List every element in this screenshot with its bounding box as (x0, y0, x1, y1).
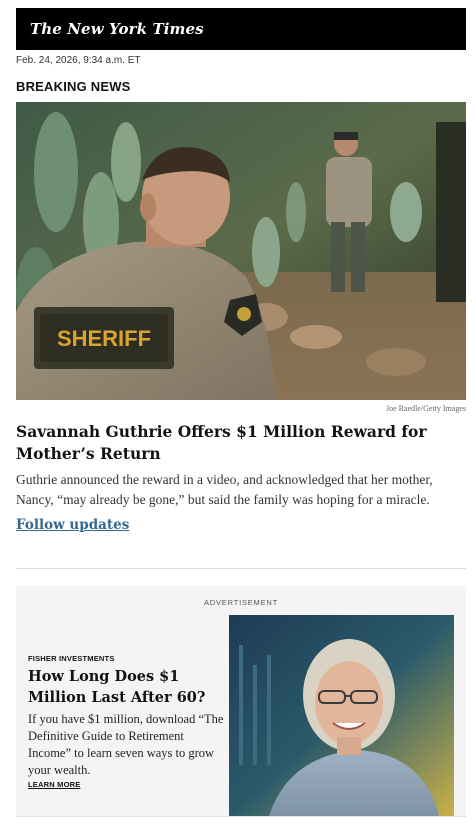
ad-body: If you have $1 million, download “The De… (28, 712, 224, 777)
photo-credit: Joe Raedle/Getty Images (386, 404, 466, 413)
nyt-logo[interactable]: The New York Times (30, 20, 204, 38)
advertisement[interactable]: ADVERTISEMENT FISHER INVESTMENTS How Lon… (16, 586, 466, 816)
hero-image[interactable]: SHERIFF (16, 102, 466, 400)
hero-photo-illustration: SHERIFF (16, 102, 466, 400)
ad-brand: FISHER INVESTMENTS (28, 654, 115, 663)
article-headline[interactable]: Savannah Guthrie Offers $1 Million Rewar… (16, 421, 466, 465)
follow-updates-link[interactable]: Follow updates (16, 517, 129, 533)
ad-image[interactable] (229, 615, 454, 816)
section-label: BREAKING NEWS (16, 79, 131, 94)
sheriff-badge-text: SHERIFF (57, 326, 151, 351)
dateline: Feb. 24, 2026, 9:34 a.m. ET (16, 55, 141, 66)
article-summary: Guthrie announced the reward in a video,… (16, 472, 433, 507)
bottom-rule (16, 816, 466, 817)
masthead[interactable]: The New York Times (16, 8, 466, 50)
learn-more-link[interactable]: LEARN MORE (28, 780, 80, 789)
ad-title[interactable]: How Long Does $1 Million Last After 60? (28, 666, 218, 708)
ad-label: ADVERTISEMENT (203, 598, 279, 607)
ad-portrait-illustration (229, 615, 454, 816)
divider (16, 568, 466, 569)
